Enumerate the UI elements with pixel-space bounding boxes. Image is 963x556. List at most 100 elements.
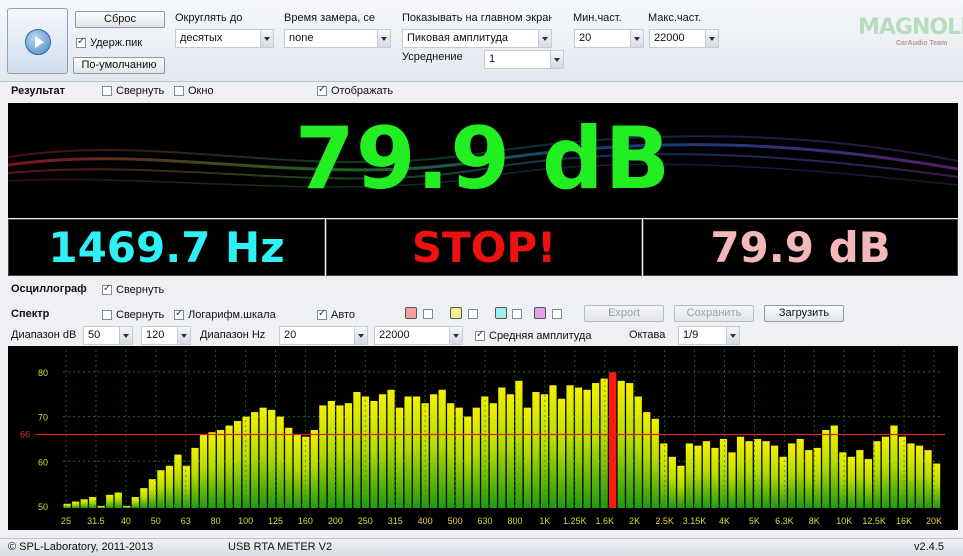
checkbox-icon — [102, 86, 112, 96]
spectrum-bar — [174, 454, 182, 508]
result-window-label: Окно — [188, 85, 214, 97]
main-level-display: 79.9 dB — [8, 103, 958, 218]
series-color-2[interactable] — [450, 307, 462, 319]
save-button[interactable]: Сохранить — [674, 305, 754, 322]
spectrum-collapse-label: Свернуть — [116, 309, 165, 321]
spectrum-bar — [395, 407, 404, 508]
show-main-select[interactable]: Пиковая амплитуда — [402, 29, 552, 48]
log-scale-checkbox[interactable]: Логарифм.шкала — [174, 308, 276, 321]
x-tick-label: 6.3K — [775, 516, 794, 526]
spectrum-bar — [796, 438, 804, 508]
spectrum-bar — [915, 445, 924, 508]
frequency-value: 1469.7 Hz — [48, 223, 285, 272]
start-measure-button[interactable] — [7, 8, 68, 74]
spectrum-bar — [489, 403, 497, 508]
series-color-4[interactable] — [534, 307, 546, 319]
spectrum-bar — [216, 430, 225, 508]
series-color-3[interactable] — [495, 307, 507, 319]
round-select[interactable]: десятых — [175, 29, 274, 48]
export-button[interactable]: Export — [584, 305, 664, 322]
spectrum-bar — [72, 501, 80, 508]
spectrum-bar — [225, 425, 233, 508]
spectrum-bar — [63, 503, 71, 508]
hold-peak-checkbox[interactable]: Удерж.пик — [76, 36, 142, 49]
spectrum-bar — [549, 385, 557, 508]
spectrum-bar — [191, 447, 199, 508]
spectrum-bar — [285, 427, 293, 508]
spectrum-bar — [762, 441, 770, 508]
spectrum-section-title: Спектр — [11, 308, 50, 320]
spectrum-bar — [97, 506, 105, 508]
status-readout: STOP! — [326, 219, 642, 276]
load-button[interactable]: Загрузить — [764, 305, 844, 322]
x-tick-label: 1.25K — [563, 516, 587, 526]
spectrum-bar — [805, 450, 813, 508]
x-tick-label: 2K — [629, 516, 640, 526]
toolbar: Сброс Удерж.пик По-умолчанию Округлять д… — [0, 0, 963, 82]
spectrum-collapse-checkbox[interactable]: Свернуть — [102, 309, 164, 321]
hz-max-select[interactable]: 22000 — [374, 326, 463, 345]
spectrum-bar — [881, 436, 890, 508]
spectrum-bar — [660, 443, 668, 508]
spectrum-bar — [353, 392, 361, 508]
max-freq-label: Макс.част. — [648, 12, 702, 24]
spectrum-bar — [728, 452, 736, 508]
check-icon — [317, 84, 327, 96]
db-min-select[interactable]: 50 — [83, 326, 133, 345]
spectrum-bar — [600, 378, 608, 508]
measure-time-select[interactable]: none — [284, 29, 391, 48]
octave-select[interactable]: 1/9 — [678, 326, 740, 345]
spectrum-bar — [123, 506, 131, 508]
spectrum-bar — [788, 443, 796, 508]
x-tick-label: 25 — [61, 516, 71, 526]
result-collapse-checkbox[interactable]: Свернуть — [102, 85, 164, 97]
x-tick-label: 63 — [181, 516, 191, 526]
app-name-text: USB RTA METER V2 — [228, 541, 333, 553]
averaging-select[interactable]: 1 — [484, 50, 564, 69]
avg-amplitude-checkbox[interactable]: Средняя амплитуда — [475, 329, 592, 342]
check-icon — [475, 329, 485, 341]
x-tick-label: 800 — [507, 516, 522, 526]
x-tick-label: 31.5 — [87, 516, 105, 526]
series-toggle-1[interactable] — [423, 309, 433, 319]
spectrum-bar — [131, 497, 139, 508]
series-color-1[interactable] — [405, 307, 417, 319]
x-tick-label: 315 — [388, 516, 403, 526]
series-toggle-4[interactable] — [552, 309, 562, 319]
round-label: Округлять до — [175, 12, 243, 24]
spectrum-bar — [251, 412, 259, 508]
oscilloscope-collapse-label: Свернуть — [116, 284, 165, 296]
checkbox-icon — [102, 310, 112, 320]
hz-min-value: 20 — [284, 329, 297, 341]
default-button[interactable]: По-умолчанию — [73, 57, 165, 74]
oscilloscope-collapse-checkbox[interactable]: Свернуть — [102, 283, 165, 296]
reference-line-label: 66 — [20, 429, 30, 439]
spectrum-bar — [114, 492, 122, 508]
spectrum-bar — [907, 443, 915, 508]
play-icon — [25, 29, 51, 55]
x-tick-label: 80 — [211, 516, 221, 526]
spectrum-bar — [753, 438, 762, 508]
max-freq-select[interactable]: 22000 — [649, 29, 719, 48]
db-min-value: 50 — [88, 329, 101, 341]
spectrum-bar — [80, 499, 88, 508]
auto-checkbox[interactable]: Авто — [317, 308, 355, 321]
reset-button[interactable]: Сброс — [75, 11, 165, 28]
oscilloscope-section-title: Осциллограф — [11, 283, 87, 295]
spectrum-bar — [702, 441, 711, 508]
series-toggle-3[interactable] — [512, 309, 522, 319]
spectrum-bar — [856, 450, 864, 508]
result-window-checkbox[interactable]: Окно — [174, 85, 214, 97]
result-show-checkbox[interactable]: Отображать — [317, 84, 393, 97]
spectrum-bar — [302, 436, 310, 508]
avg-amplitude-label: Средняя амплитуда — [489, 330, 592, 342]
series-toggle-2[interactable] — [468, 309, 478, 319]
min-freq-select[interactable]: 20 — [574, 29, 644, 48]
spectrum-bar — [404, 396, 412, 508]
hz-min-select[interactable]: 20 — [279, 326, 368, 345]
spectrum-bar — [668, 456, 676, 508]
db-max-select[interactable]: 120 — [141, 326, 191, 345]
spectrum-bar — [412, 396, 421, 508]
spectrum-bar — [310, 430, 318, 508]
spectrum-bar — [694, 445, 702, 508]
